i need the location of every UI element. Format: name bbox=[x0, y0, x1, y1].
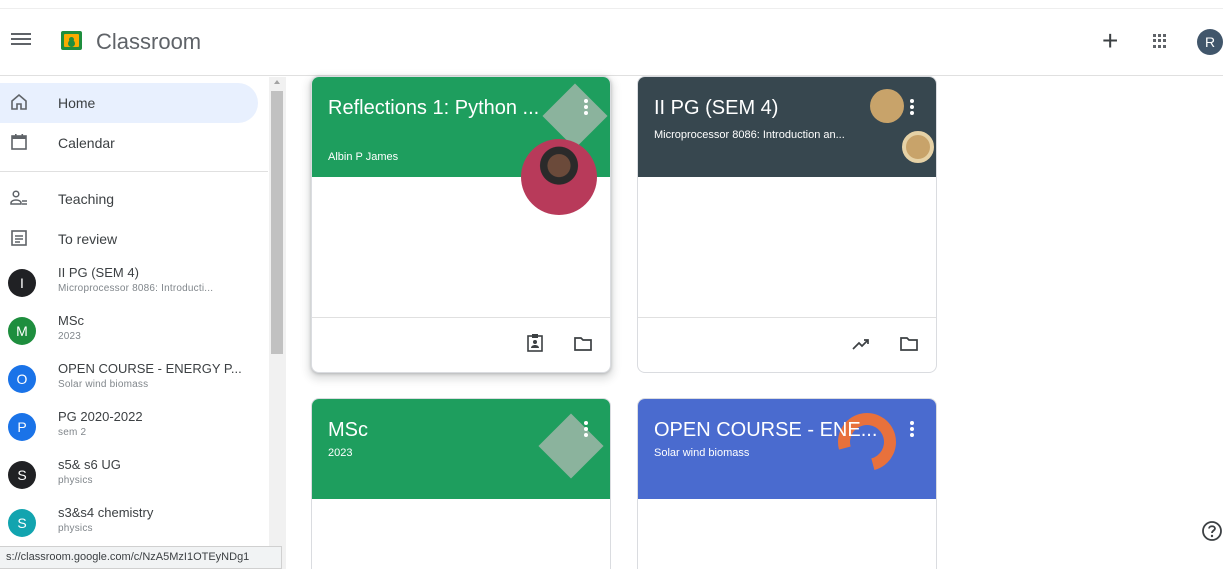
card-footer-divider bbox=[638, 317, 936, 318]
top-app-bar: Classroom + R bbox=[0, 0, 1223, 76]
card-more-options-icon[interactable] bbox=[910, 421, 914, 439]
people-icon bbox=[10, 190, 27, 205]
sidebar-item-home[interactable]: Home bbox=[0, 83, 258, 123]
class-card-open-course[interactable]: OPEN COURSE - ENE... Solar wind biomass bbox=[637, 398, 937, 569]
course-subtitle: 2023 bbox=[58, 331, 82, 342]
app-title[interactable]: Classroom bbox=[96, 29, 201, 55]
course-avatar: P bbox=[8, 413, 36, 441]
course-title: s5& s6 UG bbox=[58, 457, 121, 472]
calendar-icon bbox=[11, 134, 27, 150]
header-illustration bbox=[902, 131, 934, 163]
card-title[interactable]: II PG (SEM 4) bbox=[654, 97, 778, 120]
folder-icon[interactable] bbox=[573, 334, 593, 354]
header-illustration bbox=[827, 402, 907, 482]
sidebar-course-s5-s6-ug[interactable]: S s5& s6 UG physics bbox=[0, 453, 268, 501]
card-header: OPEN COURSE - ENE... Solar wind biomass bbox=[638, 399, 936, 499]
card-header: II PG (SEM 4) Microprocessor 8086: Intro… bbox=[638, 77, 936, 177]
card-subtitle: Solar wind biomass bbox=[654, 447, 750, 459]
sidebar-item-label: Teaching bbox=[58, 191, 115, 207]
class-card-reflections[interactable]: Reflections 1: Python ... Albin P James bbox=[311, 76, 611, 373]
header-illustration bbox=[538, 413, 604, 479]
class-card-ii-pg-sem4[interactable]: II PG (SEM 4) Microprocessor 8086: Intro… bbox=[637, 76, 937, 373]
sidebar-item-to-review[interactable]: To review bbox=[0, 219, 258, 259]
sidebar-course-open-course[interactable]: O OPEN COURSE - ENERGY P... Solar wind b… bbox=[0, 357, 268, 405]
course-title: II PG (SEM 4) bbox=[58, 265, 139, 280]
create-or-join-class-button[interactable]: + bbox=[1102, 27, 1118, 55]
course-title: MSc bbox=[58, 313, 84, 328]
course-subtitle: physics bbox=[58, 475, 93, 486]
account-avatar[interactable]: R bbox=[1197, 29, 1223, 55]
course-avatar: S bbox=[8, 509, 36, 537]
course-subtitle: physics bbox=[58, 523, 93, 534]
browser-edge-line bbox=[0, 8, 1223, 9]
card-more-options-icon[interactable] bbox=[910, 99, 914, 117]
classroom-logo-icon[interactable] bbox=[61, 31, 82, 50]
card-subtitle: 2023 bbox=[328, 447, 353, 459]
header-illustration bbox=[870, 89, 904, 123]
sidebar-course-pg-2020-2022[interactable]: P PG 2020-2022 sem 2 bbox=[0, 405, 268, 453]
scrollbar-thumb[interactable] bbox=[271, 91, 283, 354]
sidebar-item-teaching[interactable]: Teaching bbox=[0, 179, 258, 219]
sidebar-scrollbar[interactable] bbox=[269, 77, 286, 569]
folder-icon[interactable] bbox=[899, 334, 919, 354]
scroll-up-arrow-icon[interactable] bbox=[274, 80, 280, 84]
course-subtitle: Microprocessor 8086: Introducti... bbox=[58, 283, 214, 294]
course-subtitle: Solar wind biomass bbox=[58, 379, 149, 390]
card-header: MSc 2023 bbox=[312, 399, 610, 499]
sidebar-course-msc[interactable]: M MSc 2023 bbox=[0, 309, 268, 357]
teacher-avatar bbox=[521, 139, 597, 215]
google-apps-icon[interactable] bbox=[1153, 34, 1167, 48]
your-work-icon[interactable] bbox=[525, 333, 545, 353]
sidebar: Home Calendar Teaching To review I II PG… bbox=[0, 77, 286, 569]
card-title[interactable]: OPEN COURSE - ENE... bbox=[654, 419, 877, 442]
sidebar-course-s3-s4-chemistry[interactable]: S s3&s4 chemistry physics bbox=[0, 501, 268, 549]
course-title: s3&s4 chemistry bbox=[58, 505, 154, 520]
card-teacher-name: Albin P James bbox=[328, 151, 399, 163]
course-avatar: M bbox=[8, 317, 36, 345]
trending-up-icon[interactable] bbox=[851, 334, 871, 354]
card-more-options-icon[interactable] bbox=[584, 421, 588, 439]
card-title[interactable]: MSc bbox=[328, 419, 368, 442]
course-avatar: O bbox=[8, 365, 36, 393]
sidebar-item-calendar[interactable]: Calendar bbox=[0, 123, 258, 163]
home-icon bbox=[11, 93, 27, 110]
sidebar-course-ii-pg-sem4[interactable]: I II PG (SEM 4) Microprocessor 8086: Int… bbox=[0, 261, 268, 309]
main-menu-button[interactable] bbox=[11, 30, 31, 50]
card-subtitle: Microprocessor 8086: Introduction an... bbox=[654, 129, 845, 141]
review-icon bbox=[11, 230, 27, 246]
help-icon[interactable] bbox=[1201, 520, 1223, 542]
card-footer-divider bbox=[312, 317, 610, 318]
class-card-msc[interactable]: MSc 2023 bbox=[311, 398, 611, 569]
sidebar-divider bbox=[0, 171, 268, 172]
course-title: OPEN COURSE - ENERGY P... bbox=[58, 361, 242, 376]
course-avatar: I bbox=[8, 269, 36, 297]
link-status-url: s://classroom.google.com/c/NzA5MzI1OTEyN… bbox=[0, 546, 282, 569]
course-subtitle: sem 2 bbox=[58, 427, 87, 438]
sidebar-item-label: Home bbox=[58, 95, 96, 111]
course-avatar: S bbox=[8, 461, 36, 489]
course-title: PG 2020-2022 bbox=[58, 409, 143, 424]
card-more-options-icon[interactable] bbox=[584, 99, 588, 117]
card-title[interactable]: Reflections 1: Python ... bbox=[328, 97, 539, 120]
sidebar-item-label: Calendar bbox=[58, 135, 115, 151]
sidebar-item-label: To review bbox=[58, 231, 118, 247]
